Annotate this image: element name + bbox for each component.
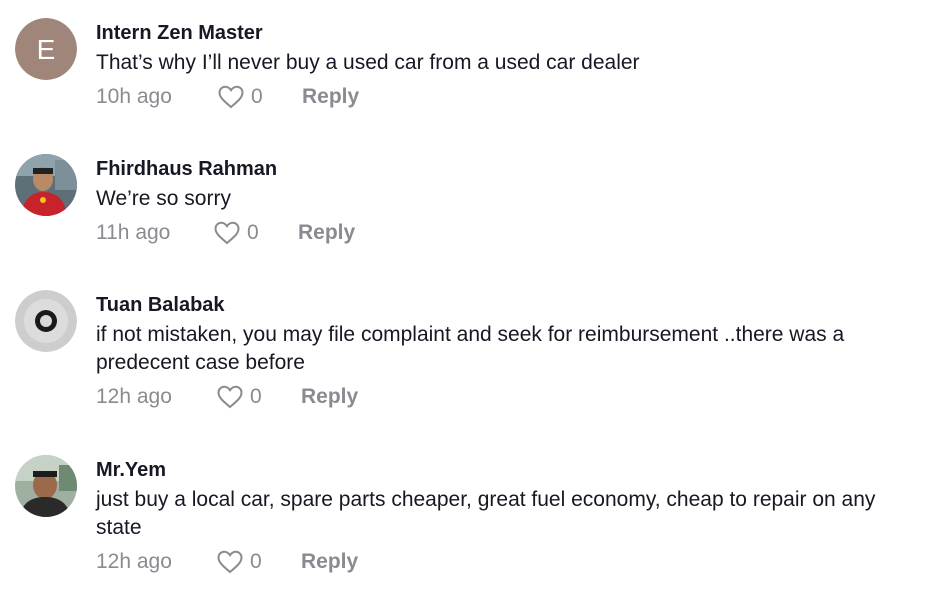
reply-button[interactable]: Reply (301, 548, 358, 576)
avatar[interactable] (15, 290, 77, 352)
svg-text:E: E (37, 34, 56, 65)
heart-outline-icon (214, 221, 240, 245)
comment-meta: 12h ago 0 Reply (96, 546, 918, 578)
comment-body: Intern Zen Master That’s why I’ll never … (96, 21, 918, 113)
comment-meta: 10h ago 0 Reply (96, 81, 918, 113)
like-count: 0 (247, 221, 259, 244)
like-button[interactable]: 0 (217, 548, 262, 576)
comment-body: Mr.Yem just buy a local car, spare parts… (96, 458, 918, 578)
like-button[interactable]: 0 (217, 383, 262, 411)
like-button[interactable]: 0 (218, 83, 263, 111)
like-count: 0 (250, 385, 262, 408)
like-count: 0 (251, 85, 263, 108)
reply-button[interactable]: Reply (302, 83, 359, 111)
comment-timestamp: 11h ago (96, 221, 171, 244)
reply-button[interactable]: Reply (301, 383, 358, 411)
comment-username[interactable]: Mr.Yem (96, 458, 918, 482)
comment-body: Fhirdhaus Rahman We’re so sorry 11h ago … (96, 157, 918, 249)
comment-timestamp: 12h ago (96, 385, 172, 408)
avatar-ring (15, 290, 77, 352)
comment-timestamp: 12h ago (96, 550, 172, 573)
avatar-photo (15, 154, 77, 216)
comment-meta: 11h ago 0 Reply (96, 217, 918, 249)
avatar-photo (15, 455, 77, 517)
heart-outline-icon (217, 385, 243, 409)
comment-text: just buy a local car, spare parts cheape… (96, 488, 876, 539)
comment-body: Tuan Balabak if not mistaken, you may fi… (96, 293, 918, 413)
reply-button[interactable]: Reply (298, 219, 355, 247)
comment-text: if not mistaken, you may file complaint … (96, 323, 845, 374)
comment-list: E Intern Zen Master That’s why I’ll neve… (0, 0, 928, 594)
avatar[interactable]: E (15, 18, 77, 80)
comment-username[interactable]: Fhirdhaus Rahman (96, 157, 918, 181)
comment-meta: 12h ago 0 Reply (96, 381, 918, 413)
heart-outline-icon (217, 550, 243, 574)
comment-text: We’re so sorry (96, 187, 231, 210)
comment-username[interactable]: Tuan Balabak (96, 293, 918, 317)
heart-outline-icon (218, 85, 244, 109)
comment-timestamp: 10h ago (96, 85, 172, 108)
avatar[interactable] (15, 455, 77, 517)
comment-text: That’s why I’ll never buy a used car fro… (96, 51, 640, 74)
like-count: 0 (250, 550, 262, 573)
like-button[interactable]: 0 (214, 219, 259, 247)
avatar-letter-e: E (15, 18, 77, 80)
avatar[interactable] (15, 154, 77, 216)
comment-username[interactable]: Intern Zen Master (96, 21, 918, 45)
